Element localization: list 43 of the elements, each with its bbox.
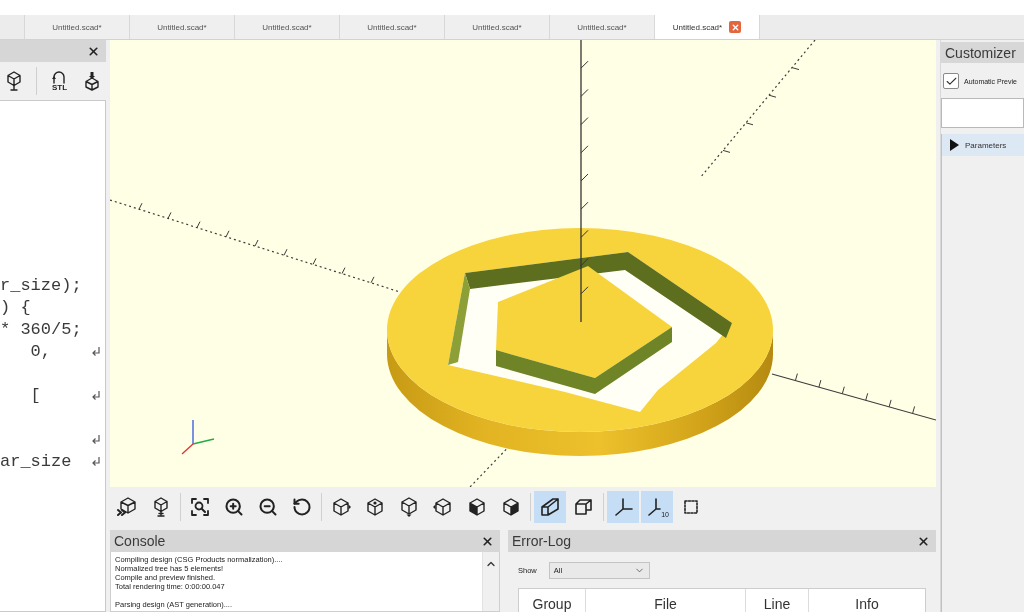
stl-button[interactable]: STL bbox=[45, 65, 74, 97]
panel-title: Customizer bbox=[945, 44, 1016, 61]
zoom-out-icon bbox=[258, 497, 278, 517]
cube-stand-icon bbox=[151, 497, 171, 517]
code-editor[interactable]: r_size); ) { * 360/5; 0, [ ar_size bbox=[0, 100, 106, 612]
cube-view-icon bbox=[399, 497, 419, 517]
dashed-square-icon bbox=[681, 497, 701, 517]
cube-view-icon bbox=[331, 497, 351, 517]
code-line: ar_size bbox=[0, 452, 72, 472]
code-line: [ bbox=[29, 386, 41, 406]
column-header[interactable]: File bbox=[586, 589, 746, 612]
cube-view-icon bbox=[467, 497, 487, 517]
toolbar-button[interactable] bbox=[534, 491, 566, 523]
close-icon[interactable] bbox=[917, 534, 930, 548]
code-line: 0, bbox=[29, 342, 51, 362]
code-line: * 360/5; bbox=[0, 320, 82, 340]
cube-chevrons-icon bbox=[117, 497, 137, 517]
axis-indicator-icon bbox=[181, 419, 215, 455]
close-icon[interactable] bbox=[481, 534, 494, 548]
code-line: ) { bbox=[0, 298, 31, 318]
zoom-in-icon bbox=[224, 497, 244, 517]
3d-viewport[interactable] bbox=[110, 40, 936, 487]
file-tab[interactable]: Untitled.scad* bbox=[655, 15, 760, 39]
circular-arrow-icon bbox=[292, 497, 312, 517]
column-header[interactable]: Line bbox=[746, 589, 809, 612]
cube-view-icon bbox=[501, 497, 521, 517]
axes-icon bbox=[613, 497, 633, 517]
column-header[interactable]: Group bbox=[519, 589, 586, 612]
column-header[interactable]: Info bbox=[809, 589, 925, 612]
parameter-group[interactable]: Parameters bbox=[942, 134, 1024, 156]
code-line: r_size); bbox=[0, 276, 82, 296]
cube-outline-icon bbox=[574, 497, 594, 517]
zoom-fit-icon bbox=[190, 497, 210, 517]
panel-title: Console bbox=[114, 533, 166, 549]
panel-title: Error-Log bbox=[512, 533, 572, 549]
cube-view-icon bbox=[433, 497, 453, 517]
toolbar-button[interactable] bbox=[607, 491, 639, 523]
close-icon[interactable] bbox=[87, 44, 100, 58]
cube-view-icon bbox=[365, 497, 385, 517]
checkbox[interactable] bbox=[943, 73, 959, 89]
perspective-box-icon bbox=[540, 497, 560, 517]
close-tab-icon[interactable] bbox=[729, 21, 742, 33]
search-field[interactable] bbox=[941, 98, 1024, 128]
